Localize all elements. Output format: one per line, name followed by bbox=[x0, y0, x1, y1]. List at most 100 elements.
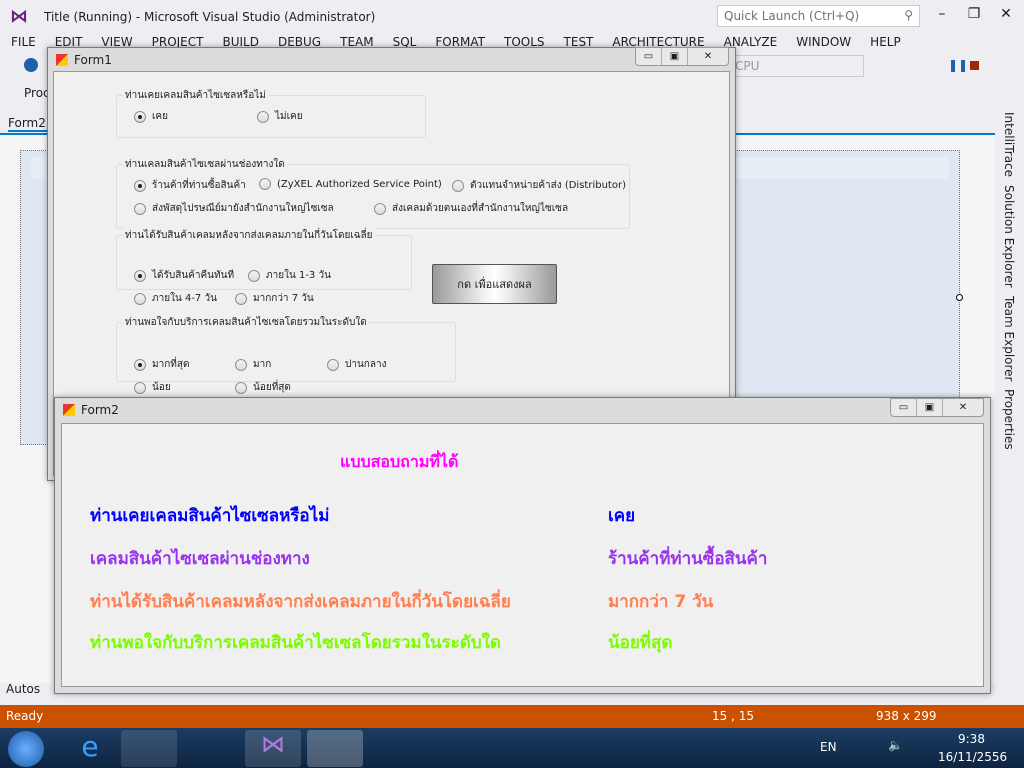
form-icon bbox=[56, 54, 68, 66]
q3-option-radio[interactable]: ภายใน 4-7 วัน bbox=[134, 291, 217, 306]
q1-option-radio[interactable]: ไม่เคย bbox=[257, 109, 303, 124]
radio-circle-icon bbox=[235, 292, 247, 305]
clock-date[interactable]: 16/11/2556 bbox=[938, 750, 1007, 764]
group-q4: ท่านพอใจกับบริการเคลมสินค้าไซเซลโดยรวมใน… bbox=[116, 315, 456, 382]
radio-circle-icon bbox=[235, 381, 247, 394]
menu-file[interactable]: FILE bbox=[0, 34, 44, 50]
tab-intellitrace[interactable]: IntelliTrace bbox=[997, 108, 1016, 181]
radio-circle-icon bbox=[374, 202, 386, 215]
visual-studio-taskbar-icon[interactable]: ⋈ bbox=[245, 730, 301, 767]
quick-launch-input[interactable]: Quick Launch (Ctrl+Q) ⚲ bbox=[717, 5, 920, 27]
radio-circle-icon bbox=[134, 179, 146, 192]
radio-label: มาก bbox=[253, 359, 272, 370]
result-answer: น้อยที่สุด bbox=[608, 633, 673, 653]
maximize-button[interactable]: ▣ bbox=[917, 399, 943, 416]
q4-option-radio[interactable]: มากที่สุด bbox=[134, 357, 189, 372]
group-q2: ท่านเคลมสินค้าไซเซลผ่านช่องทางใด bbox=[116, 157, 630, 229]
explorer-taskbar-icon[interactable] bbox=[121, 730, 177, 767]
show-result-button[interactable]: กด เพื่อแสดงผล bbox=[432, 264, 557, 304]
language-indicator[interactable]: EN bbox=[820, 740, 837, 754]
result-question: ท่านได้รับสินค้าเคลมหลังจากส่งเคลมภายในก… bbox=[90, 592, 511, 612]
radio-circle-icon bbox=[134, 358, 146, 371]
q4-option-radio[interactable]: มาก bbox=[235, 357, 271, 372]
form-icon bbox=[63, 404, 75, 416]
close-button[interactable]: ✕ bbox=[943, 399, 983, 416]
radio-label: ได้รับสินค้าคืนทันที bbox=[152, 270, 235, 281]
radio-label: ร้านค้าที่ท่านซื้อสินค้า bbox=[152, 180, 246, 191]
radio-circle-icon bbox=[134, 381, 146, 394]
status-bar: Ready 15 , 15 938 x 299 bbox=[0, 705, 1024, 728]
results-heading: แบบสอบถามที่ได้ bbox=[340, 452, 459, 471]
window-title: Title (Running) - Microsoft Visual Studi… bbox=[44, 10, 376, 24]
q4-option-radio[interactable]: น้อยที่สุด bbox=[235, 380, 291, 395]
radio-label: ปานกลาง bbox=[345, 359, 387, 370]
q2-option-radio[interactable]: ร้านค้าที่ท่านซื้อสินค้า bbox=[134, 178, 246, 193]
form-app-taskbar-icon[interactable] bbox=[307, 730, 363, 767]
resize-handle[interactable] bbox=[956, 294, 963, 301]
platform-dropdown[interactable]: CPU bbox=[730, 55, 864, 77]
radio-label: มากที่สุด bbox=[152, 359, 190, 370]
radio-circle-icon bbox=[134, 269, 146, 282]
q3-option-radio[interactable]: ภายใน 1-3 วัน bbox=[248, 268, 331, 283]
status-size: 938 x 299 bbox=[876, 709, 937, 723]
search-icon: ⚲ bbox=[904, 8, 913, 22]
toolbar2-label: Proc bbox=[24, 86, 50, 100]
right-tool-tabs: IntelliTrace Solution Explorer Team Explor… bbox=[997, 108, 1024, 705]
radio-circle-icon bbox=[259, 178, 271, 190]
radio-label: น้อยที่สุด bbox=[253, 382, 291, 393]
radio-label: ภายใน 1-3 วัน bbox=[266, 270, 331, 281]
group-q4-label: ท่านพอใจกับบริการเคลมสินค้าไซเซลโดยรวมใน… bbox=[123, 315, 369, 330]
minimize-button[interactable]: ▭ bbox=[891, 399, 917, 416]
result-answer: มากกว่า 7 วัน bbox=[608, 592, 714, 612]
clock-time[interactable]: 9:38 bbox=[958, 732, 985, 746]
q2-option-radio[interactable]: ส่งเคลมด้วยตนเองที่สำนักงานใหญ่ไซเซล bbox=[374, 201, 568, 216]
tab-properties[interactable]: Properties bbox=[997, 385, 1016, 454]
radio-label: ภายใน 4-7 วัน bbox=[152, 293, 217, 304]
radio-label: น้อย bbox=[152, 382, 171, 393]
volume-icon[interactable]: 🔈 bbox=[888, 738, 903, 752]
back-icon[interactable] bbox=[24, 58, 38, 72]
ie-taskbar-icon[interactable]: e bbox=[62, 730, 118, 767]
form2-window: Form2 ▭ ▣ ✕ แบบสอบถามที่ได้ ท่านเคยเคลมสิน… bbox=[54, 397, 991, 694]
menu-help[interactable]: HELP bbox=[859, 34, 909, 50]
form1-titlebar: Form1 ▭ ▣ ✕ bbox=[48, 47, 735, 72]
close-button[interactable]: ✕ bbox=[990, 6, 1022, 22]
pause-icon[interactable]: ❚❚ bbox=[948, 58, 968, 72]
quick-launch-placeholder: Quick Launch (Ctrl+Q) bbox=[724, 9, 860, 23]
q3-option-radio[interactable]: ได้รับสินค้าคืนทันที bbox=[134, 268, 234, 283]
form1-title: Form1 bbox=[74, 53, 112, 67]
tab-team-explorer[interactable]: Team Explorer bbox=[997, 292, 1016, 386]
media-taskbar-icon[interactable] bbox=[182, 730, 238, 767]
radio-label: ตัวแทนจำหน่ายค้าส่ง (Distributor) bbox=[470, 180, 626, 191]
form2-client: แบบสอบถามที่ได้ ท่านเคยเคลมสินค้าไซเซลหร… bbox=[61, 423, 984, 687]
q2-option-radio[interactable]: ส่งพัสดุไปรษณีย์มายังสำนักงานใหญ่ไซเซล bbox=[134, 201, 334, 216]
minimize-button[interactable]: – bbox=[926, 6, 958, 22]
radio-label: ส่งพัสดุไปรษณีย์มายังสำนักงานใหญ่ไซเซล bbox=[152, 203, 334, 214]
form2-titlebar: Form2 ▭ ▣ ✕ bbox=[55, 398, 990, 422]
tab-solution-explorer[interactable]: Solution Explorer bbox=[997, 181, 1016, 292]
radio-circle-icon bbox=[257, 110, 269, 123]
menu-window[interactable]: WINDOW bbox=[785, 34, 859, 50]
q4-option-radio[interactable]: น้อย bbox=[134, 380, 171, 395]
q3-option-radio[interactable]: มากกว่า 7 วัน bbox=[235, 291, 314, 306]
radio-label: ไม่เคย bbox=[275, 111, 303, 122]
radio-circle-icon bbox=[134, 292, 146, 305]
tab-autos[interactable]: Autos bbox=[6, 682, 40, 696]
radio-label: (ZyXEL Authorized Service Point) bbox=[277, 178, 442, 190]
result-answer: เคย bbox=[608, 506, 636, 526]
start-button[interactable] bbox=[8, 731, 44, 767]
radio-circle-icon bbox=[134, 202, 146, 215]
q4-option-radio[interactable]: ปานกลาง bbox=[327, 357, 386, 372]
result-question: ท่านพอใจกับบริการเคลมสินค้าไซเซลโดยรวมใน… bbox=[90, 633, 501, 653]
q1-option-radio[interactable]: เคย bbox=[134, 109, 168, 124]
close-button[interactable]: ✕ bbox=[688, 48, 728, 65]
minimize-button[interactable]: ▭ bbox=[636, 48, 662, 65]
q2-option-radio[interactable]: ตัวแทนจำหน่ายค้าส่ง (Distributor) bbox=[452, 178, 626, 193]
form2-title: Form2 bbox=[81, 403, 119, 417]
restore-button[interactable]: ❐ bbox=[958, 6, 990, 22]
group-q2-label: ท่านเคลมสินค้าไซเซลผ่านช่องทางใด bbox=[123, 157, 287, 172]
stop-icon[interactable] bbox=[970, 61, 979, 70]
group-q3-label: ท่านได้รับสินค้าเคลมหลังจากส่งเคลมภายในก… bbox=[123, 228, 375, 243]
q2-option-radio[interactable]: (ZyXEL Authorized Service Point) bbox=[259, 178, 442, 190]
maximize-button[interactable]: ▣ bbox=[662, 48, 688, 65]
